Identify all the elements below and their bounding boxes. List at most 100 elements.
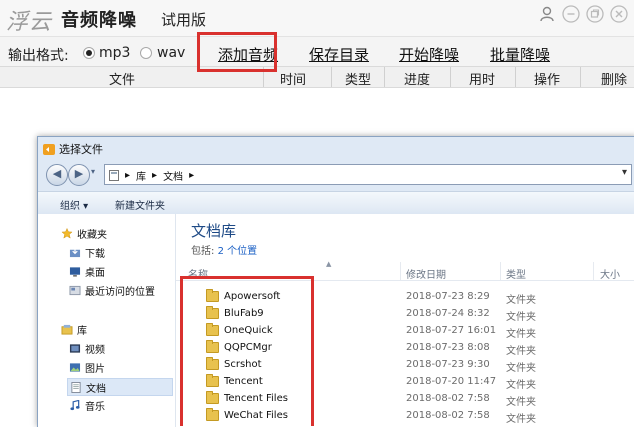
batch-denoise-button[interactable]: 批量降噪	[490, 44, 550, 65]
pictures-icon	[69, 363, 81, 372]
library-locations-link[interactable]: 2 个位置	[218, 246, 258, 257]
close-icon[interactable]	[610, 5, 628, 23]
file-row[interactable]: Tencent Files 2018-08-02 7:58 文件夹	[176, 391, 634, 408]
back-button[interactable]: ◀	[46, 164, 68, 186]
minimize-icon[interactable]	[562, 5, 580, 23]
file-row[interactable]: OneQuick 2018-07-27 16:01 文件夹	[176, 323, 634, 340]
file-name: Scrshot	[224, 359, 262, 370]
column-modified[interactable]: 修改日期	[406, 266, 446, 281]
dialog-command-bar: 组织 ▾ 新建文件夹	[38, 191, 634, 215]
video-icon	[69, 344, 81, 353]
nav-desktop[interactable]: 桌面	[69, 264, 105, 279]
crumb-separator-icon: ▸	[125, 170, 131, 181]
nav-documents[interactable]: 文档	[67, 378, 173, 396]
address-dropdown-icon[interactable]: ▾	[622, 167, 627, 178]
file-type: 文件夹	[506, 414, 536, 425]
new-folder-button[interactable]: 新建文件夹	[115, 197, 165, 212]
column-name[interactable]: 名称	[188, 266, 208, 281]
column-divider	[580, 67, 581, 87]
crumb-separator-icon: ▸	[152, 170, 158, 181]
nav-label: 图片	[85, 364, 105, 375]
folder-icon	[206, 391, 219, 404]
navigation-pane: 收藏夹 下载 桌面 最近访问的位置 库 视频 图片 文档 音乐	[38, 214, 176, 427]
file-row[interactable]: BluFab9 2018-07-24 8:32 文件夹	[176, 306, 634, 323]
column-divider	[515, 67, 516, 87]
file-name: BluFab9	[224, 308, 264, 319]
app-logo: 浮云	[6, 10, 53, 35]
file-row[interactable]: Scrshot 2018-07-23 9:30 文件夹	[176, 357, 634, 374]
file-date: 2018-08-02 7:58	[406, 410, 490, 421]
toolbar: 输出格式: mp3 wav 添加音频 保存目录 开始降噪 批量降噪	[0, 36, 634, 67]
folder-icon	[206, 306, 219, 319]
column-size[interactable]: 大小	[600, 266, 620, 281]
column-action[interactable]: 操作	[534, 69, 560, 88]
address-bar[interactable]: ▸ 库 ▸ 文档 ▸ ▾	[104, 164, 632, 185]
file-name: Tencent	[224, 376, 263, 387]
file-row[interactable]: Apowersoft 2018-07-23 8:29 文件夹	[176, 289, 634, 306]
breadcrumb-documents[interactable]: 文档	[163, 168, 183, 183]
window-controls	[538, 5, 628, 23]
user-icon[interactable]	[538, 5, 556, 23]
forward-button[interactable]: ▶	[68, 164, 90, 186]
file-date: 2018-08-02 7:58	[406, 393, 490, 404]
column-elapsed[interactable]: 用时	[469, 69, 495, 88]
open-file-dialog: 选择文件 ◀ ▶ ▾ ▸ 库 ▸ 文档 ▸ ▾ 组织 ▾ 新建文件夹 收藏夹 下…	[37, 136, 634, 427]
library-title: 文档库	[191, 222, 237, 240]
file-row[interactable]: WeChat Files 2018-08-02 7:58 文件夹	[176, 408, 634, 425]
wav-label[interactable]: wav	[157, 45, 185, 61]
nav-label: 下载	[85, 249, 105, 260]
nav-videos[interactable]: 视频	[69, 341, 105, 356]
wav-radio[interactable]	[140, 47, 152, 59]
column-progress[interactable]: 进度	[404, 69, 430, 88]
recent-places-icon	[69, 285, 81, 296]
breadcrumb-library[interactable]: 库	[136, 168, 146, 183]
folder-icon	[206, 357, 219, 370]
documents-icon	[71, 381, 81, 393]
column-divider	[263, 67, 264, 87]
column-type[interactable]: 类型	[345, 69, 371, 88]
file-date: 2018-07-20 11:47	[406, 376, 497, 387]
start-denoise-button[interactable]: 开始降噪	[399, 44, 459, 65]
column-time[interactable]: 时间	[280, 69, 306, 88]
organize-menu[interactable]: 组织 ▾	[60, 197, 88, 212]
mp3-label[interactable]: mp3	[99, 45, 130, 61]
folder-icon	[206, 340, 219, 353]
file-name: QQPCMgr	[224, 342, 272, 353]
file-date: 2018-07-23 8:08	[406, 342, 490, 353]
audio-app-icon	[43, 143, 55, 155]
dialog-title-bar: 选择文件	[43, 141, 103, 157]
column-divider	[593, 262, 594, 280]
file-type: 文件夹	[506, 397, 536, 408]
file-name: OneQuick	[224, 325, 273, 336]
music-icon	[70, 400, 80, 411]
folder-icon	[206, 289, 219, 302]
file-date: 2018-07-23 9:30	[406, 359, 490, 370]
file-date: 2018-07-24 8:32	[406, 308, 490, 319]
download-folder-icon	[69, 247, 81, 258]
nav-pictures[interactable]: 图片	[69, 360, 105, 375]
title-bar: 浮云 音频降噪 试用版	[0, 0, 634, 36]
column-divider	[450, 67, 451, 87]
nav-label: 桌面	[85, 268, 105, 279]
column-divider	[500, 262, 501, 280]
nav-music[interactable]: 音乐	[69, 398, 105, 413]
nav-libraries[interactable]: 库	[61, 322, 87, 337]
nav-recent-places[interactable]: 最近访问的位置	[69, 283, 155, 298]
dialog-title: 选择文件	[59, 143, 103, 156]
file-row[interactable]: Tencent 2018-07-20 11:47 文件夹	[176, 374, 634, 391]
column-filetype[interactable]: 类型	[506, 266, 526, 281]
folder-icon	[206, 408, 219, 421]
restore-icon[interactable]	[586, 5, 604, 23]
add-audio-button[interactable]: 添加音频	[218, 44, 278, 65]
mp3-radio[interactable]	[83, 47, 95, 59]
column-file[interactable]: 文件	[109, 69, 135, 88]
nav-downloads[interactable]: 下载	[69, 245, 105, 260]
history-dropdown-icon[interactable]: ▾	[91, 167, 95, 176]
library-location-icon	[109, 170, 119, 181]
file-row[interactable]: QQPCMgr 2018-07-23 8:08 文件夹	[176, 340, 634, 357]
dialog-body: 收藏夹 下载 桌面 最近访问的位置 库 视频 图片 文档 音乐 文档库 包括: …	[38, 214, 634, 427]
nav-favorites[interactable]: 收藏夹	[61, 226, 107, 241]
column-delete[interactable]: 删除	[601, 69, 627, 88]
save-directory-button[interactable]: 保存目录	[309, 44, 369, 65]
file-date: 2018-07-23 8:29	[406, 291, 490, 302]
